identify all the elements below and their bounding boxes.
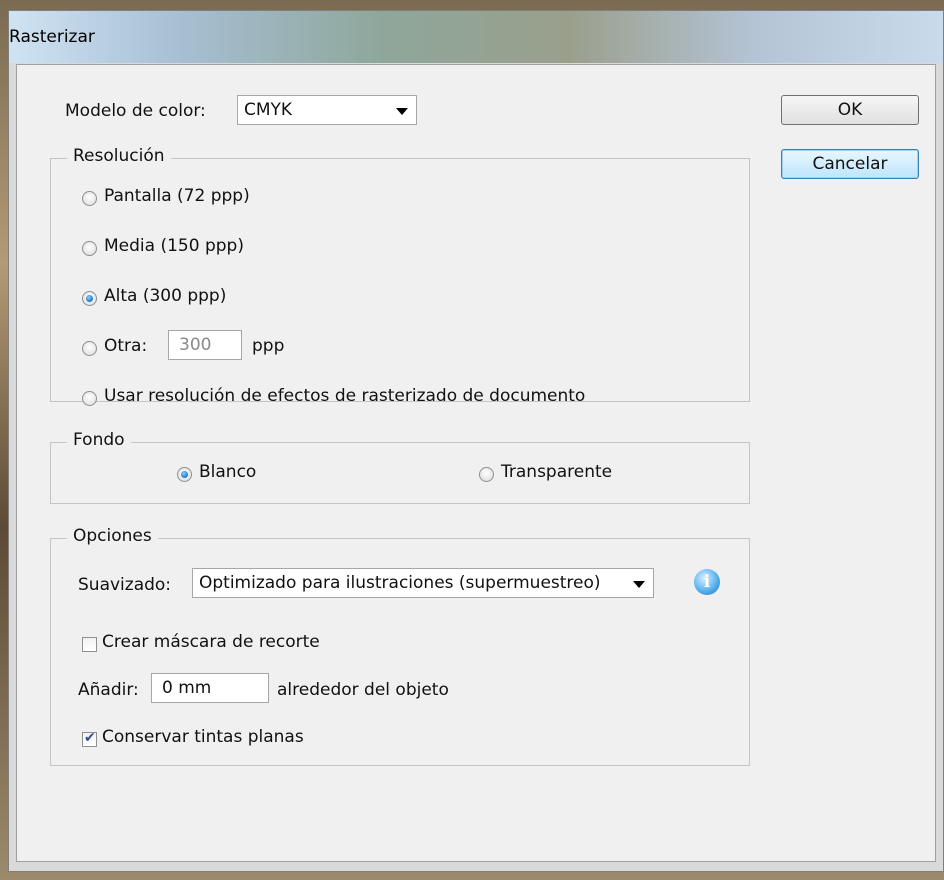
radio-high-label[interactable]: Alta (300 ppp) bbox=[104, 286, 226, 306]
window-title: Rasterizar bbox=[9, 27, 95, 47]
add-suffix-label: alrededor del objeto bbox=[277, 680, 449, 700]
cancel-button[interactable]: Cancelar bbox=[781, 149, 919, 179]
antialias-select[interactable]: Optimizado para ilustraciones (supermues… bbox=[192, 568, 654, 598]
add-offset-input[interactable]: 0 mm bbox=[151, 673, 269, 703]
radio-white[interactable] bbox=[177, 467, 192, 482]
chevron-down-icon bbox=[633, 581, 645, 588]
radio-other-label[interactable]: Otra: bbox=[104, 336, 147, 356]
preserve-spots-checkbox[interactable] bbox=[82, 730, 97, 747]
add-label: Añadir: bbox=[78, 680, 139, 700]
dialog-body: Modelo de color: CMYK OK Cancelar Resolu… bbox=[16, 64, 936, 862]
radio-document-effects-label[interactable]: Usar resolución de efectos de rasterizad… bbox=[104, 386, 585, 406]
clip-mask-checkbox[interactable] bbox=[82, 637, 97, 652]
radio-screen-label[interactable]: Pantalla (72 ppp) bbox=[104, 186, 250, 206]
background-legend: Fondo bbox=[67, 430, 131, 450]
options-legend: Opciones bbox=[67, 526, 158, 546]
clip-mask-label[interactable]: Crear máscara de recorte bbox=[102, 632, 320, 652]
options-group: Opciones Suavizado: Optimizado para ilus… bbox=[50, 526, 750, 766]
radio-transparent[interactable] bbox=[479, 467, 494, 482]
radio-high[interactable] bbox=[82, 291, 97, 306]
radio-other[interactable] bbox=[82, 341, 97, 356]
antialias-label: Suavizado: bbox=[78, 575, 172, 595]
color-model-value: CMYK bbox=[244, 100, 293, 120]
color-model-label: Modelo de color: bbox=[65, 101, 206, 121]
radio-screen[interactable] bbox=[82, 191, 97, 206]
other-resolution-input[interactable]: 300 bbox=[168, 330, 242, 360]
resolution-group: Resolución Pantalla (72 ppp) Media (150 … bbox=[50, 146, 750, 406]
preserve-spots-label[interactable]: Conservar tintas planas bbox=[102, 727, 304, 747]
rasterize-dialog: Rasterizar Modelo de color: CMYK OK Canc… bbox=[8, 10, 944, 872]
other-resolution-unit: ppp bbox=[252, 336, 285, 356]
radio-transparent-label[interactable]: Transparente bbox=[501, 462, 612, 482]
antialias-value: Optimizado para ilustraciones (supermues… bbox=[199, 573, 601, 593]
ok-button[interactable]: OK bbox=[781, 95, 919, 125]
resolution-legend: Resolución bbox=[67, 146, 171, 166]
color-model-select[interactable]: CMYK bbox=[237, 95, 417, 125]
chevron-down-icon bbox=[396, 108, 408, 115]
radio-document-effects[interactable] bbox=[82, 391, 97, 406]
radio-medium-label[interactable]: Media (150 ppp) bbox=[104, 236, 244, 256]
radio-medium[interactable] bbox=[82, 241, 97, 256]
radio-white-label[interactable]: Blanco bbox=[199, 462, 256, 482]
title-bar[interactable]: Rasterizar bbox=[9, 11, 943, 63]
info-icon[interactable]: i bbox=[694, 569, 720, 595]
background-group: Fondo Blanco Transparente bbox=[50, 430, 750, 504]
